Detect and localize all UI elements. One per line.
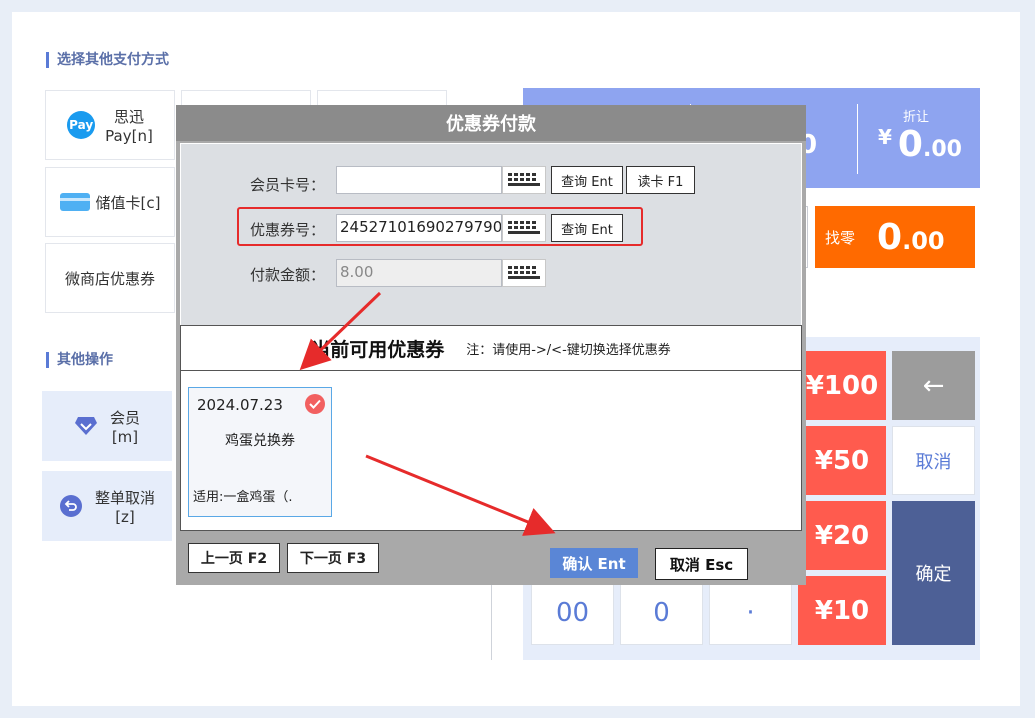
- undo-icon: [59, 494, 83, 518]
- discount-value: ¥0.00: [878, 124, 962, 165]
- cancel-order-button[interactable]: 整单取消 [z]: [42, 471, 172, 541]
- keypad-confirm-button[interactable]: 确定: [892, 501, 975, 645]
- check-icon: [305, 394, 325, 414]
- sixun-pay-button[interactable]: Pay 思迅 Pay[n]: [45, 90, 175, 160]
- member-card-input[interactable]: [336, 166, 502, 194]
- key-00[interactable]: 00: [531, 580, 614, 645]
- dialog-confirm-button[interactable]: 确认 Ent: [550, 548, 638, 578]
- amount-input: 8.00: [336, 259, 502, 287]
- read-card-button[interactable]: 读卡 F1: [626, 166, 695, 194]
- member-button[interactable]: 会员 [m]: [42, 391, 172, 461]
- keyboard-icon[interactable]: [502, 259, 546, 287]
- key-50[interactable]: ¥50: [798, 426, 886, 495]
- key-10[interactable]: ¥10: [798, 576, 886, 645]
- key-0[interactable]: 0: [620, 580, 703, 645]
- next-page-button[interactable]: 下一页 F3: [287, 543, 379, 573]
- sixun-pay-label-2: Pay[n]: [105, 126, 153, 145]
- query-member-button[interactable]: 查询 Ent: [551, 166, 623, 194]
- pay-icon: Pay: [67, 111, 96, 139]
- discount-int: 0: [897, 124, 923, 165]
- change-label: 找零: [825, 228, 856, 247]
- key-100[interactable]: ¥100: [798, 351, 886, 420]
- available-coupons-header: 当前可用优惠券 注：请使用->/<-键切换选择优惠券: [180, 325, 802, 371]
- summary-divider-2: [857, 104, 858, 174]
- dialog-title: 优惠券付款: [176, 105, 806, 141]
- backspace-key[interactable]: ←: [892, 351, 975, 420]
- cancel-order-label-1: 整单取消: [94, 488, 155, 507]
- change-panel: 找零 0.00: [815, 206, 975, 268]
- column-divider: [491, 585, 492, 660]
- ops-section-title: 其他操作: [46, 352, 113, 368]
- highlight-box: [237, 207, 643, 246]
- change-int: 0: [877, 216, 903, 258]
- member-label-2: [m]: [111, 427, 139, 446]
- key-20[interactable]: ¥20: [798, 501, 886, 570]
- keyboard-icon[interactable]: [502, 166, 546, 194]
- change-dec: .00: [902, 226, 945, 255]
- cancel-order-label-2: [z]: [115, 507, 135, 526]
- key-dot[interactable]: ·: [709, 580, 792, 645]
- micro-store-coupon-button[interactable]: 微商店优惠券: [45, 243, 175, 313]
- stored-value-card-button[interactable]: 储值卡[c]: [45, 167, 175, 237]
- coupon-apply: 适用:一盒鸡蛋（.: [193, 490, 293, 505]
- coupon-name: 鸡蛋兑换券: [225, 433, 295, 449]
- discount-currency: ¥: [878, 125, 892, 149]
- stored-value-card-label: 储值卡[c]: [95, 193, 161, 212]
- member-card-label: 会员卡号：: [249, 176, 325, 194]
- discount-dec: .00: [922, 137, 962, 162]
- amount-label: 付款金额：: [249, 266, 325, 284]
- coupon-payment-dialog: 优惠券付款 会员卡号： 查询 Ent 读卡 F1 优惠券号： 245271016…: [176, 105, 806, 585]
- prev-page-button[interactable]: 上一页 F2: [188, 543, 280, 573]
- micro-store-coupon-label: 微商店优惠券: [64, 269, 155, 288]
- discount-label: 折让: [903, 110, 930, 125]
- keypad-cancel-button[interactable]: 取消: [892, 426, 975, 495]
- dialog-cancel-button[interactable]: 取消 Esc: [655, 548, 748, 580]
- sixun-pay-label-1: 思迅: [113, 107, 144, 126]
- coupon-card[interactable]: 2024.07.23 鸡蛋兑换券 适用:一盒鸡蛋（.: [188, 387, 332, 517]
- member-label-1: 会员: [109, 408, 140, 427]
- coupon-list: 2024.07.23 鸡蛋兑换券 适用:一盒鸡蛋（.: [180, 371, 802, 531]
- available-coupons-note: 注：请使用->/<-键切换选择优惠券: [466, 342, 671, 358]
- card-icon: [59, 193, 90, 211]
- diamond-icon: [74, 414, 98, 438]
- coupon-date: 2024.07.23: [197, 396, 283, 414]
- available-coupons-title: 当前可用优惠券: [311, 338, 445, 361]
- pay-section-title: 选择其他支付方式: [46, 52, 169, 68]
